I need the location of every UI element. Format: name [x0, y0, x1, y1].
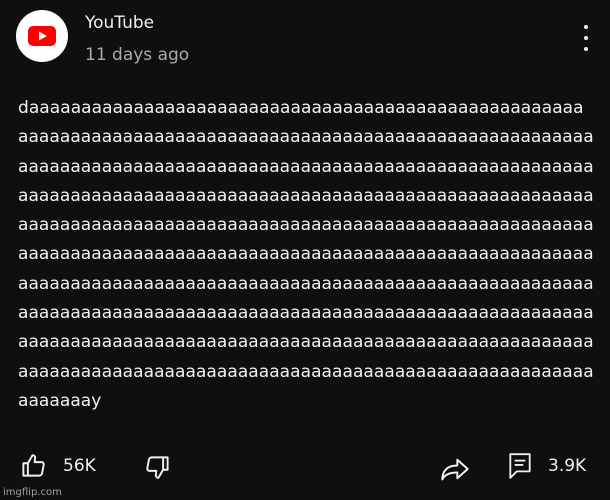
- post-text: daaaaaaaaaaaaaaaaaaaaaaaaaaaaaaaaaaaaaaa…: [18, 98, 594, 411]
- post-header: YouTube 11 days ago: [16, 10, 189, 65]
- like-count: 56K: [63, 455, 96, 476]
- post-meta: YouTube 11 days ago: [85, 13, 189, 65]
- channel-avatar[interactable]: [16, 10, 68, 62]
- action-bar: 56K 3.9K: [0, 450, 610, 486]
- share-icon: [441, 458, 469, 481]
- thumb-down-icon: [146, 456, 169, 479]
- thumb-up-icon: [22, 454, 45, 477]
- like-button[interactable]: 56K: [20, 452, 96, 479]
- more-options-button[interactable]: [580, 25, 592, 51]
- post-time[interactable]: 11 days ago: [85, 45, 189, 65]
- comment-count: 3.9K: [548, 456, 587, 476]
- more-vert-icon: [584, 25, 588, 29]
- watermark-text: imgflip.com: [3, 487, 62, 498]
- dislike-button[interactable]: [144, 454, 171, 481]
- comments-button[interactable]: 3.9K: [508, 452, 586, 480]
- youtube-logo-icon: [28, 26, 56, 46]
- share-button[interactable]: [440, 456, 470, 482]
- comment-icon: [509, 453, 531, 479]
- community-post: YouTube 11 days ago daaaaaaaaaaaaaaaaaaa…: [0, 0, 610, 500]
- channel-name[interactable]: YouTube: [85, 13, 189, 33]
